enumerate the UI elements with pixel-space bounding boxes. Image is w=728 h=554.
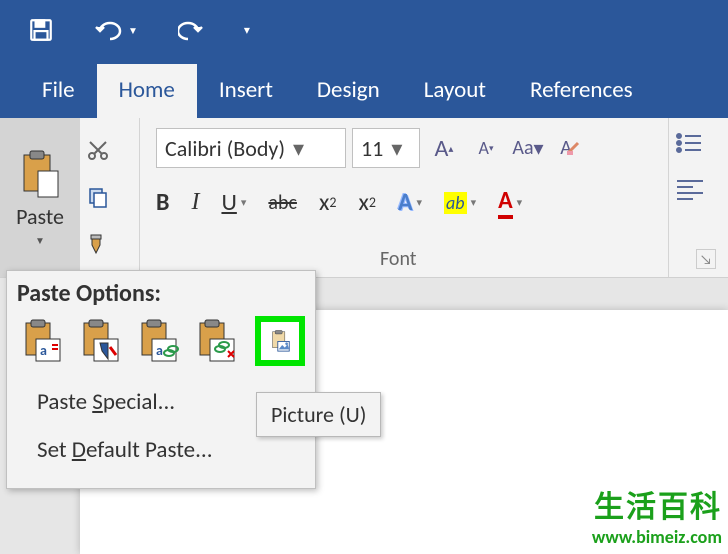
font-dialog-launcher-icon[interactable]: ↘ xyxy=(696,249,716,269)
quick-access-toolbar: ▼ ▾ xyxy=(0,0,728,60)
copy-icon[interactable] xyxy=(86,185,110,209)
change-case-icon[interactable]: Aa▾ xyxy=(510,130,546,166)
font-name-select[interactable]: Calibri (Body)▾ xyxy=(156,128,346,168)
paste-picture-icon[interactable] xyxy=(255,316,305,366)
paste-keep-source-formatting-icon[interactable]: a xyxy=(17,316,67,366)
svg-text:a: a xyxy=(156,342,163,359)
redo-icon[interactable] xyxy=(178,19,204,41)
text-effects-button[interactable]: A▾ xyxy=(398,188,422,217)
format-painter-icon[interactable] xyxy=(86,233,110,257)
align-left-icon[interactable] xyxy=(675,178,722,200)
chevron-down-icon: ▾ xyxy=(391,135,402,162)
font-group: Calibri (Body)▾ 11▾ A▴ A▾ Aa▾ A B I U▾ a… xyxy=(140,118,668,277)
ribbon-home: Paste ▼ Calibri (Body)▾ 11▾ A▴ A▾ Aa▾ A … xyxy=(0,118,728,278)
paste-options-title: Paste Options: xyxy=(17,279,305,308)
undo-icon[interactable]: ▼ xyxy=(94,19,138,41)
tab-design[interactable]: Design xyxy=(295,64,402,118)
ribbon-tabs: File Home Insert Design Layout Reference… xyxy=(0,60,728,118)
cut-icon[interactable] xyxy=(86,138,110,162)
tab-insert[interactable]: Insert xyxy=(197,64,295,118)
underline-button[interactable]: U▾ xyxy=(221,188,246,217)
paste-label: Paste xyxy=(16,203,64,230)
tab-references[interactable]: References xyxy=(508,64,655,118)
tab-layout[interactable]: Layout xyxy=(402,64,508,118)
italic-button[interactable]: I xyxy=(191,189,199,216)
watermark-title: 生活百科 xyxy=(592,482,722,526)
superscript-button[interactable]: x2 xyxy=(358,188,376,217)
grow-font-icon[interactable]: A▴ xyxy=(426,130,462,166)
tooltip-picture: Picture (U) xyxy=(256,392,381,437)
paste-options-popup: Paste Options: a a Paste Special... Set … xyxy=(6,270,316,489)
paste-merge-formatting-icon[interactable] xyxy=(75,316,125,366)
svg-text:a: a xyxy=(40,342,47,359)
watermark: 生活百科 www.bimeiz.com xyxy=(592,482,722,548)
font-color-button[interactable]: A▾ xyxy=(498,186,522,219)
save-icon[interactable] xyxy=(28,17,54,43)
strikethrough-button[interactable]: abc xyxy=(268,191,297,215)
clipboard-group: Paste ▼ xyxy=(0,118,140,277)
font-group-label: Font xyxy=(380,247,416,271)
bold-button[interactable]: B xyxy=(156,188,169,217)
clear-format-icon[interactable]: A xyxy=(552,130,588,166)
paste-button[interactable]: Paste ▼ xyxy=(0,118,80,277)
paste-keep-link-icon[interactable]: a xyxy=(133,316,183,366)
watermark-url: www.bimeiz.com xyxy=(592,526,722,548)
clipboard-tools xyxy=(80,118,116,277)
bullets-icon[interactable] xyxy=(675,132,722,154)
paste-use-destination-styles-icon[interactable] xyxy=(191,316,241,366)
tab-file[interactable]: File xyxy=(20,64,97,118)
subscript-button[interactable]: x2 xyxy=(319,188,337,217)
tab-home[interactable]: Home xyxy=(97,64,197,118)
chevron-down-icon: ▾ xyxy=(293,135,304,162)
font-size-select[interactable]: 11▾ xyxy=(352,128,420,168)
shrink-font-icon[interactable]: A▾ xyxy=(468,130,504,166)
customize-qat-icon[interactable]: ▾ xyxy=(244,23,250,38)
highlight-button[interactable]: ab▾ xyxy=(444,192,476,214)
